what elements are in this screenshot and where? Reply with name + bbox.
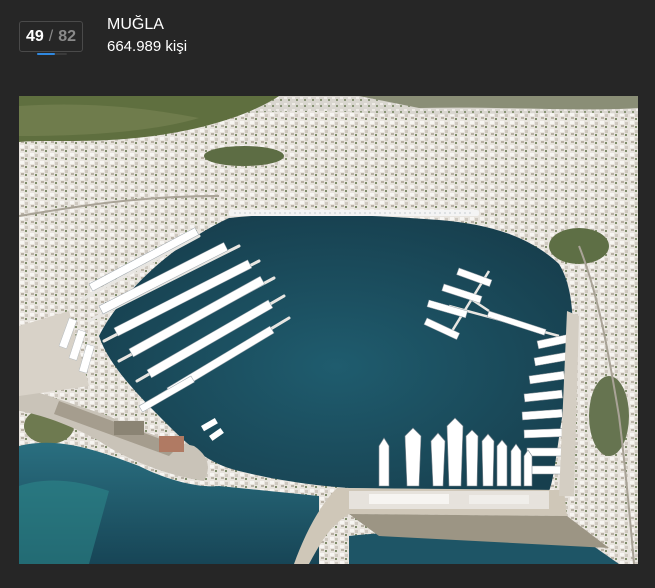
slide-page: 49 / 82 MUĞLA 664.989 kişi [0, 0, 655, 588]
progress-bar [37, 53, 67, 55]
progress-bar-fill [37, 53, 55, 55]
total-count: 82 [58, 27, 77, 45]
harbor-photo-drawing [19, 96, 638, 564]
current-index: 49 [25, 27, 44, 45]
city-name: MUĞLA [107, 16, 164, 33]
population-text: 664.989 kişi [107, 38, 188, 55]
slide-counter: 49 / 82 [19, 21, 83, 52]
counter-separator: / [48, 27, 54, 45]
harbor-photo [19, 96, 638, 564]
